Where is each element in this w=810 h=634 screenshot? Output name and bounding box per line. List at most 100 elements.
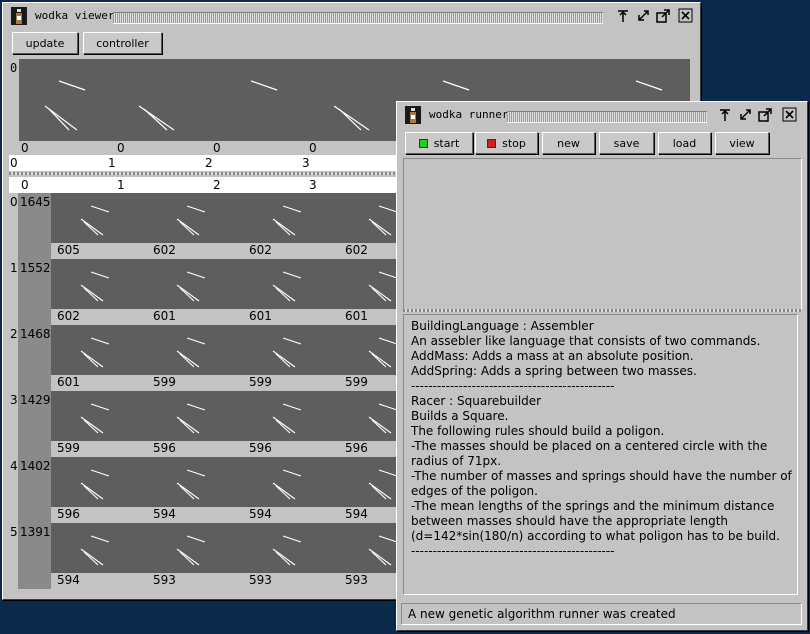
row-index: 4	[10, 459, 18, 473]
minimize-icon[interactable]	[737, 107, 753, 123]
description-line: ----------------------------------------…	[411, 544, 615, 558]
fitness-value: 594	[57, 573, 80, 587]
fitness-value: 594	[153, 507, 176, 521]
start-label: start	[433, 136, 460, 150]
runner-titlebar[interactable]: wodka runner	[399, 104, 805, 126]
update-button[interactable]: update	[12, 32, 78, 54]
runner-window: wodka runner start stop new save load vi…	[396, 101, 808, 631]
row-score: 1429	[20, 393, 51, 407]
score-column: 1645	[18, 193, 51, 259]
description-text-area[interactable]: BuildingLanguage : Assembler An assebler …	[403, 314, 798, 595]
fitness-value: 596	[345, 441, 368, 455]
row-score: 1391	[20, 525, 51, 539]
wodka-bottle-icon	[405, 106, 421, 124]
description-line: (d=142*sin(180/n) according to what poli…	[411, 529, 780, 543]
view-button[interactable]: view	[715, 132, 769, 154]
row-index: 0	[10, 195, 18, 209]
row-index: 1	[10, 261, 18, 275]
row-index: 5	[10, 525, 18, 539]
description-line: Racer : Squarebuilder	[411, 394, 542, 408]
status-bar: A new genetic algorithm runner was creat…	[401, 603, 802, 625]
fitness-value: 596	[153, 441, 176, 455]
score-column: 1468	[18, 325, 51, 391]
titlebar-grip	[113, 12, 603, 24]
description-line: AddMass: Adds a mass at an absolute posi…	[411, 349, 694, 363]
viewer-titlebar[interactable]: wodka viewer	[5, 5, 698, 27]
column-header: 3	[302, 156, 310, 170]
load-button[interactable]: load	[658, 132, 711, 154]
top-value: 0	[21, 141, 29, 155]
description-line: -The mean lengths of the springs and the…	[411, 499, 775, 513]
column-header: 2	[213, 178, 221, 192]
titlebar-grip	[507, 111, 707, 123]
fitness-value: 602	[249, 243, 272, 257]
viewer-title: wodka viewer	[35, 9, 115, 22]
description-line: radius of 71px.	[411, 454, 502, 468]
fitness-value: 599	[153, 375, 176, 389]
description-line: Builds a Square.	[411, 409, 509, 423]
start-button[interactable]: start	[405, 132, 473, 154]
column-header: 0	[10, 156, 18, 170]
fitness-value: 596	[57, 507, 80, 521]
update-label: update	[25, 36, 65, 50]
score-column: 1429	[18, 391, 51, 457]
save-button[interactable]: save	[599, 132, 654, 154]
save-label: save	[613, 136, 640, 150]
maximize-icon[interactable]	[757, 107, 773, 123]
stop-button[interactable]: stop	[475, 132, 538, 154]
stop-led-icon	[487, 138, 497, 148]
runner-graph-area	[403, 158, 802, 310]
close-icon[interactable]	[678, 8, 694, 24]
fitness-value: 602	[153, 243, 176, 257]
fitness-value: 601	[153, 309, 176, 323]
score-column: 1391	[18, 523, 51, 589]
fitness-value: 599	[57, 441, 80, 455]
fitness-value: 593	[345, 573, 368, 587]
controller-button[interactable]: controller	[83, 32, 162, 54]
controller-label: controller	[96, 36, 149, 50]
fitness-value: 601	[345, 309, 368, 323]
row-index: 3	[10, 393, 18, 407]
fitness-value: 593	[153, 573, 176, 587]
runner-title: wodka runner	[429, 108, 509, 121]
view-label: view	[729, 136, 755, 150]
start-led-icon	[418, 138, 428, 148]
row-score: 1468	[20, 327, 51, 341]
score-column: 1402	[18, 457, 51, 523]
close-icon[interactable]	[782, 107, 798, 123]
top-value: 0	[117, 141, 125, 155]
new-button[interactable]: new	[542, 132, 595, 154]
fitness-value: 602	[57, 309, 80, 323]
column-header: 3	[309, 178, 317, 192]
load-label: load	[672, 136, 697, 150]
score-column: 1552	[18, 259, 51, 325]
shade-icon[interactable]	[615, 8, 631, 24]
fitness-value: 593	[249, 573, 272, 587]
column-header: 2	[205, 156, 213, 170]
top-value: 0	[309, 141, 317, 155]
top-row-label: 0	[10, 61, 18, 75]
description-line: ----------------------------------------…	[411, 379, 615, 393]
description-line: The following rules should build a polig…	[411, 424, 665, 438]
description-line: -The number of masses and springs should…	[411, 469, 792, 483]
wodka-bottle-icon	[11, 7, 27, 25]
fitness-value: 599	[345, 375, 368, 389]
maximize-icon[interactable]	[655, 8, 671, 24]
runner-splitter[interactable]	[403, 309, 802, 312]
fitness-value: 599	[249, 375, 272, 389]
fitness-value: 594	[345, 507, 368, 521]
description-line: BuildingLanguage : Assembler	[411, 319, 594, 333]
top-value: 0	[213, 141, 221, 155]
new-label: new	[557, 136, 580, 150]
description-line: An assebler like language that consists …	[411, 334, 761, 348]
fitness-value: 601	[249, 309, 272, 323]
description-line: AddSpring: Adds a spring between two mas…	[411, 364, 697, 378]
minimize-icon[interactable]	[635, 8, 651, 24]
description-line: edges of the poligon.	[411, 484, 538, 498]
status-text: A new genetic algorithm runner was creat…	[408, 607, 676, 621]
fitness-value: 596	[249, 441, 272, 455]
description-line: -The masses should be placed on a center…	[411, 439, 768, 453]
row-score: 1402	[20, 459, 51, 473]
shade-icon[interactable]	[717, 107, 733, 123]
fitness-value: 602	[345, 243, 368, 257]
